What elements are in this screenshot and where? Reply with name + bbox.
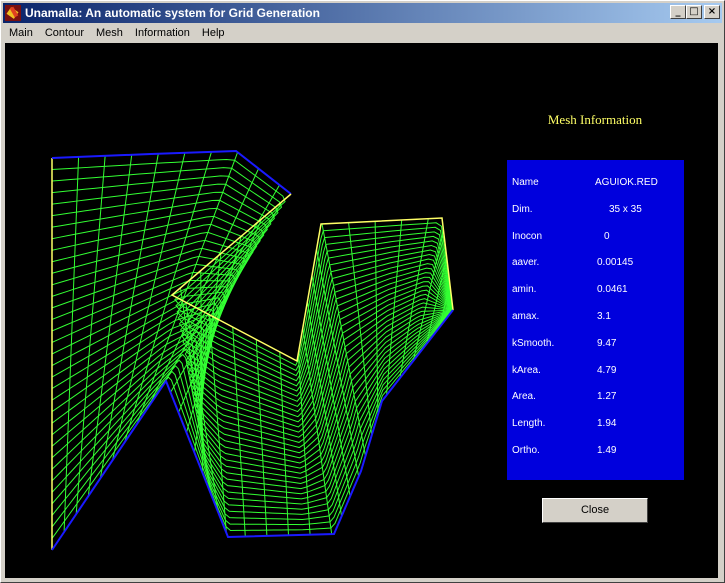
info-value: 1.94	[597, 418, 617, 430]
minimize-button[interactable]: _	[670, 5, 686, 19]
mesh-grid-line	[51, 309, 454, 539]
info-label: aaver.	[512, 257, 540, 269]
info-value: 35 x 35	[609, 203, 642, 215]
info-value: AGUIOK.RED	[595, 177, 658, 188]
info-label: amin.	[512, 284, 537, 296]
info-title: Mesh Information	[547, 112, 643, 127]
info-value: 4.79	[597, 364, 617, 376]
menu-main[interactable]: Main	[3, 27, 39, 39]
info-value: 1.49	[597, 445, 617, 456]
window-controls: _ □ ×	[670, 5, 720, 19]
menu-bar: Main Contour Mesh Information Help	[3, 24, 231, 42]
info-row: Name AGUIOK.RED	[507, 177, 684, 191]
info-value: 9.47	[597, 337, 617, 349]
info-row: aaver. 0.00145	[507, 257, 684, 271]
maximize-button[interactable]: □	[686, 5, 702, 19]
info-label: Length.	[512, 418, 546, 430]
info-row: Dim. 35 x 35	[507, 204, 684, 218]
info-row: kSmooth. 9.47	[507, 338, 684, 352]
info-row: kArea. 4.79	[507, 365, 684, 379]
info-label: kArea.	[512, 364, 541, 376]
info-row: Inocon 0	[507, 231, 684, 245]
menu-contour[interactable]: Contour	[39, 27, 90, 39]
info-value: 3.1	[597, 311, 611, 322]
menu-help[interactable]: Help	[196, 27, 231, 39]
info-row: Length. 1.94	[507, 418, 684, 432]
info-value: 0.00145	[597, 257, 634, 269]
info-label: Dim.	[512, 203, 533, 215]
menu-information[interactable]: Information	[129, 27, 196, 39]
mesh-grid-line	[51, 291, 454, 454]
info-label: Name	[512, 177, 539, 188]
mesh-grid-line	[51, 167, 454, 372]
menu-mesh[interactable]: Mesh	[90, 27, 129, 39]
title-bar[interactable]: Unamalla: An automatic system for Grid G…	[3, 3, 722, 23]
info-label: amax.	[512, 311, 540, 322]
mesh-grid-line	[51, 255, 454, 428]
info-row: amin. 0.0461	[507, 284, 684, 298]
info-value: 0	[604, 230, 610, 242]
mesh-grid-line	[51, 239, 454, 418]
info-row: Area. 1.27	[507, 391, 684, 405]
mesh-grid-line	[51, 175, 454, 377]
info-label: Ortho.	[512, 445, 540, 456]
info-value: 0.0461	[597, 284, 628, 296]
mesh-grid-line	[51, 309, 454, 505]
info-label: kSmooth.	[512, 337, 555, 349]
info-row: amax. 3.1	[507, 311, 684, 325]
close-window-button[interactable]: ×	[704, 5, 720, 19]
boundary-blue-top	[51, 149, 292, 195]
info-label: Area.	[512, 391, 536, 403]
mesh-grid-line	[51, 263, 454, 433]
mesh-grid-line	[51, 309, 454, 485]
info-value: 1.27	[597, 391, 617, 403]
info-row: Ortho. 1.49	[507, 445, 684, 459]
mesh-info-panel: Name AGUIOK.RED Dim. 35 x 35 Inocon 0 aaver. 0.…	[507, 160, 684, 480]
window-title: Unamalla: An automatic system for Grid G…	[25, 6, 320, 20]
info-label: Inocon	[512, 230, 543, 242]
close-button[interactable]: Close	[542, 498, 648, 523]
app-logo-icon	[5, 5, 21, 21]
